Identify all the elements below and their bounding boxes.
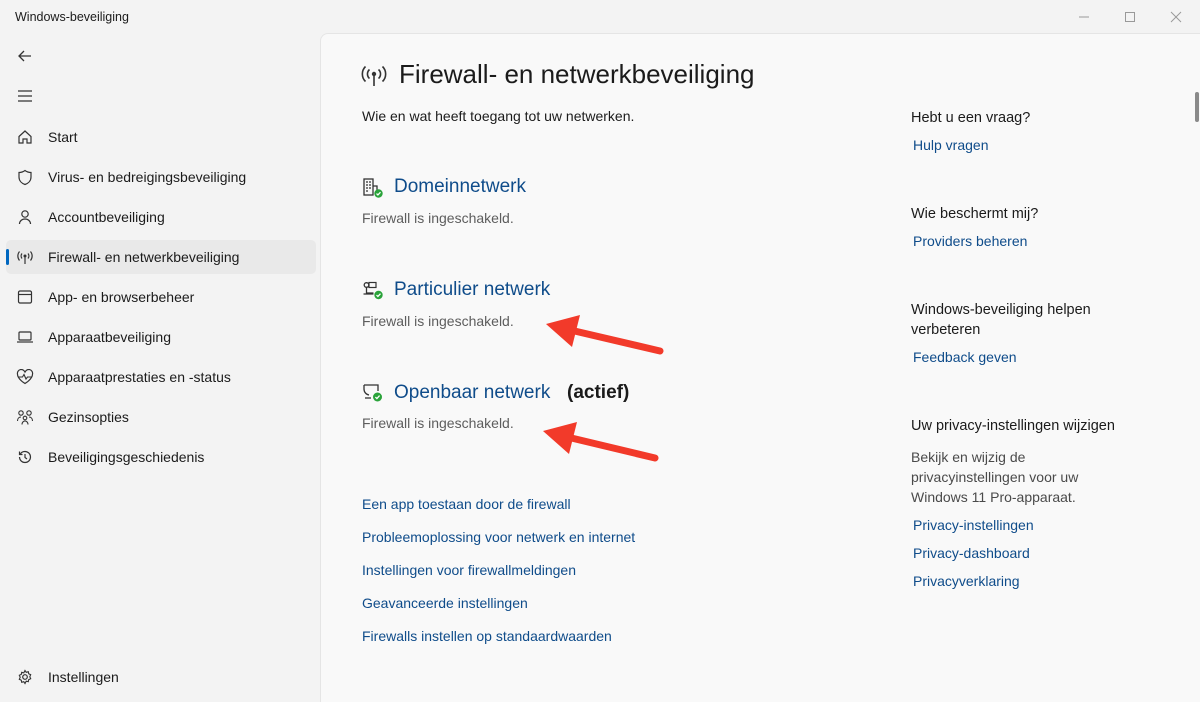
domain-network-status: Firewall is ingeschakeld. [362, 210, 514, 226]
domain-network-link[interactable]: Domeinnetwerk [394, 176, 526, 198]
sidebar-item-label: Apparaatprestaties en -status [48, 369, 231, 385]
back-button[interactable] [10, 41, 40, 71]
sidebar-item-label: Accountbeveiliging [48, 209, 165, 225]
private-network-status: Firewall is ingeschakeld. [362, 313, 514, 329]
antenna-icon [16, 248, 34, 266]
laptop-icon [16, 328, 34, 346]
browser-window-icon [16, 288, 34, 306]
maximize-icon [1125, 12, 1135, 22]
back-arrow-icon [18, 50, 31, 62]
sidebar-item-device-security[interactable]: Apparaatbeveiliging [6, 320, 316, 354]
sidebar-item-family[interactable]: Gezinsopties [6, 400, 316, 434]
privacy-dashboard-link[interactable]: Privacy-dashboard [913, 545, 1030, 561]
protect-heading: Wie beschermt mij? [911, 206, 1039, 222]
history-icon [16, 448, 34, 466]
public-network-status: Firewall is ingeschakeld. [362, 415, 514, 431]
sidebar-item-label: Apparaatbeveiliging [48, 329, 171, 345]
privacy-settings-link[interactable]: Privacy-instellingen [913, 517, 1034, 533]
content-panel: Firewall- en netwerkbeveiliging Wie en w… [320, 33, 1200, 702]
privacy-statement-link[interactable]: Privacyverklaring [913, 573, 1020, 589]
home-icon [16, 128, 34, 146]
help-heading: Hebt u een vraag? [911, 110, 1031, 126]
private-network-icon [363, 281, 383, 300]
sidebar-item-label: Start [48, 129, 78, 145]
menu-button[interactable] [10, 81, 40, 111]
hamburger-menu-icon [18, 90, 32, 102]
sidebar-item-label: Instellingen [48, 669, 119, 685]
sidebar-item-app-browser[interactable]: App- en browserbeheer [6, 280, 316, 314]
person-icon [16, 208, 34, 226]
scrollbar[interactable] [1195, 92, 1199, 122]
restore-defaults-link[interactable]: Firewalls instellen op standaardwaarden [362, 628, 612, 644]
private-network-link[interactable]: Particulier netwerk [394, 279, 550, 301]
antenna-icon [361, 65, 387, 86]
page-subtitle: Wie en wat heeft toegang tot uw netwerke… [362, 108, 635, 124]
privacy-heading: Uw privacy-instellingen wijzigen [911, 418, 1115, 434]
sidebar-item-virus[interactable]: Virus- en bedreigingsbeveiliging [6, 160, 316, 194]
get-help-link[interactable]: Hulp vragen [913, 137, 989, 153]
sidebar-item-device-performance[interactable]: Apparaatprestaties en -status [6, 360, 316, 394]
sidebar-item-label: Virus- en bedreigingsbeveiliging [48, 169, 247, 185]
shield-icon [16, 168, 34, 186]
family-icon [16, 408, 34, 426]
minimize-button[interactable] [1061, 0, 1107, 34]
domain-network-icon [363, 178, 383, 198]
public-network-link[interactable]: Openbaar netwerk [394, 382, 550, 404]
maximize-button[interactable] [1107, 0, 1153, 34]
sidebar-item-settings[interactable]: Instellingen [6, 660, 316, 694]
window-title: Windows-beveiliging [15, 10, 129, 24]
sidebar-item-history[interactable]: Beveiligingsgeschiedenis [6, 440, 316, 474]
annotation-arrow [543, 422, 659, 462]
privacy-text: Bekijk en wijzig de privacyinstellingen … [911, 449, 1079, 505]
sidebar-item-account[interactable]: Accountbeveiliging [6, 200, 316, 234]
sidebar-item-label: Gezinsopties [48, 409, 129, 425]
gear-icon [16, 668, 34, 686]
sidebar-item-label: Beveiligingsgeschiedenis [48, 449, 205, 465]
sidebar-item-label: Firewall- en netwerkbeveiliging [48, 249, 240, 265]
heart-pulse-icon [16, 368, 34, 386]
active-network-label: (actief) [567, 382, 630, 403]
annotation-arrow [546, 315, 664, 355]
title-bar: Windows-beveiliging [0, 0, 1200, 34]
advanced-settings-link[interactable]: Geavanceerde instellingen [362, 595, 528, 611]
allow-app-link[interactable]: Een app toestaan door de firewall [362, 496, 571, 512]
sidebar-item-label: App- en browserbeheer [48, 289, 195, 305]
improve-heading: Windows-beveiliging helpen verbeteren [911, 302, 1091, 338]
close-icon [1170, 11, 1182, 23]
selection-indicator [6, 249, 9, 265]
close-button[interactable] [1153, 0, 1199, 34]
page-title: Firewall- en netwerkbeveiliging [399, 59, 755, 89]
sidebar-item-start[interactable]: Start [6, 120, 316, 154]
minimize-icon [1079, 16, 1089, 18]
manage-providers-link[interactable]: Providers beheren [913, 233, 1027, 249]
sidebar-item-firewall[interactable]: Firewall- en netwerkbeveiliging [6, 240, 316, 274]
troubleshoot-link[interactable]: Probleemoplossing voor netwerk en intern… [362, 529, 635, 545]
feedback-link[interactable]: Feedback geven [913, 349, 1017, 365]
public-network-icon [363, 384, 382, 402]
notification-settings-link[interactable]: Instellingen voor firewallmeldingen [362, 562, 576, 578]
